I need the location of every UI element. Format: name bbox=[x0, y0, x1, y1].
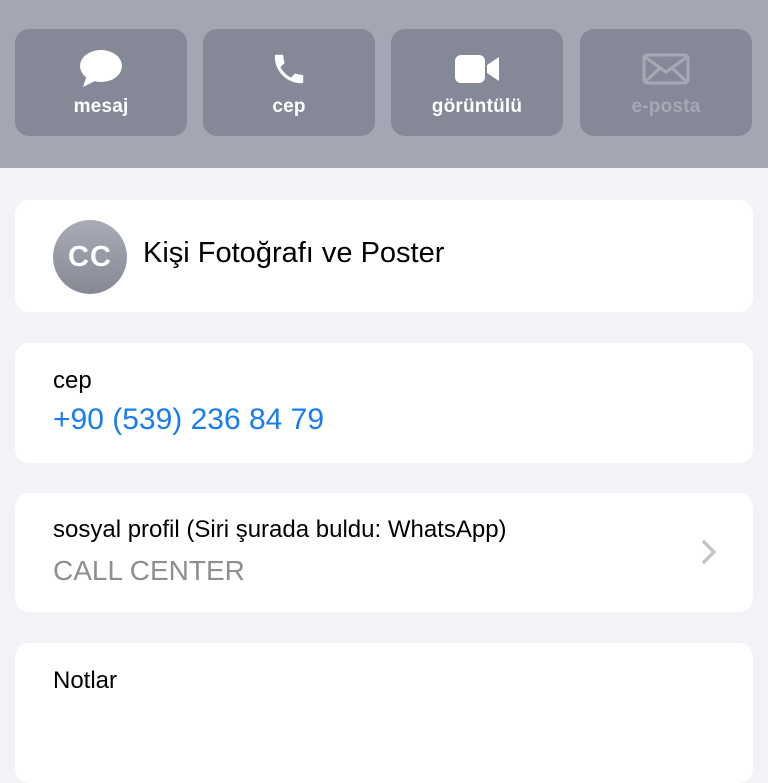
chevron-right-icon bbox=[702, 540, 716, 564]
message-bubble-icon bbox=[79, 49, 123, 89]
call-button-label: cep bbox=[272, 96, 306, 117]
notes-card[interactable]: Notlar bbox=[15, 643, 753, 783]
phone-field-label: cep bbox=[53, 367, 92, 394]
contact-photo-poster-row[interactable]: CC Kişi Fotoğrafı ve Poster bbox=[15, 200, 753, 312]
call-button[interactable]: cep bbox=[203, 29, 375, 136]
video-call-button-label: görüntülü bbox=[431, 96, 523, 117]
phone-number-link[interactable]: +90 (539) 236 84 79 bbox=[53, 403, 324, 437]
phone-field-card: cep +90 (539) 236 84 79 bbox=[15, 343, 753, 463]
message-button[interactable]: mesaj bbox=[15, 29, 187, 136]
notes-label: Notlar bbox=[53, 667, 118, 694]
email-button-label: e-posta bbox=[631, 96, 701, 117]
social-profile-row[interactable]: sosyal profil (Siri şurada buldu: WhatsA… bbox=[15, 493, 753, 612]
avatar: CC bbox=[53, 220, 127, 294]
quick-actions-bar: mesaj cep görüntülü e-posta bbox=[0, 0, 768, 168]
social-profile-value: CALL CENTER bbox=[53, 555, 245, 586]
message-button-label: mesaj bbox=[73, 96, 129, 117]
phone-icon bbox=[270, 49, 308, 89]
social-profile-label: sosyal profil (Siri şurada buldu: WhatsA… bbox=[53, 516, 507, 543]
video-call-button[interactable]: görüntülü bbox=[391, 29, 563, 136]
contact-photo-poster-label: Kişi Fotoğrafı ve Poster bbox=[143, 237, 445, 269]
envelope-icon bbox=[642, 49, 690, 89]
video-camera-icon bbox=[453, 49, 501, 89]
email-button[interactable]: e-posta bbox=[580, 29, 752, 136]
